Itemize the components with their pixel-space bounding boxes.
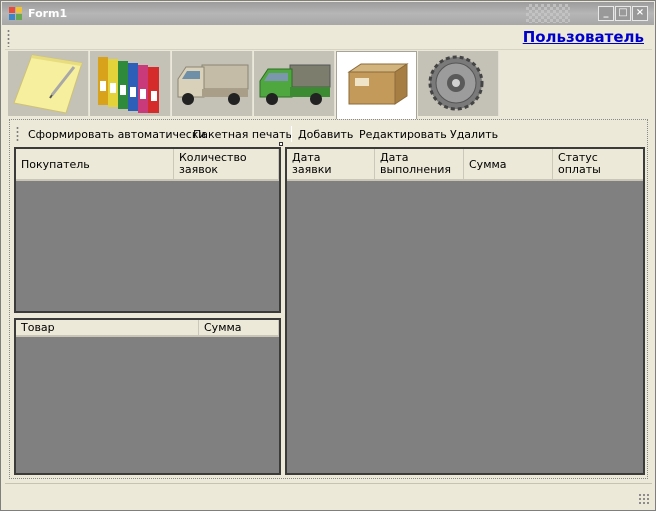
splitter-handle[interactable] (279, 142, 283, 146)
orders-content: Сформировать автоматически Пакетная печа… (9, 119, 648, 479)
user-link[interactable]: Пользователь (523, 28, 644, 46)
tab-orders[interactable] (336, 51, 417, 119)
column-header-product[interactable]: Товар (16, 320, 199, 335)
strip-grip-icon[interactable] (7, 29, 10, 47)
tab-deliveries[interactable] (172, 51, 253, 116)
form-icon (9, 7, 23, 20)
green-truck-icon (259, 64, 331, 105)
tab-notes[interactable] (8, 51, 89, 116)
window-title: Form1 (28, 7, 68, 20)
status-bar (5, 483, 652, 507)
goods-grid-header: Товар Сумма (16, 320, 279, 337)
title-bar[interactable]: Form1 _ □ × (2, 2, 654, 25)
tab-documents[interactable] (90, 51, 171, 116)
column-header-order-count[interactable]: Количество заявок (174, 149, 279, 179)
close-button[interactable]: × (632, 6, 648, 21)
resize-grip-icon[interactable] (638, 493, 650, 505)
column-header-order-date[interactable]: Дата заявки (287, 149, 375, 179)
orders-grid-header: Дата заявки Дата выполнения Сумма Статус… (287, 149, 643, 181)
column-header-buyer[interactable]: Покупатель (16, 149, 174, 179)
edit-button[interactable]: Редактировать (359, 128, 447, 141)
maximize-button[interactable]: □ (615, 6, 631, 21)
truck-icon (177, 64, 249, 105)
minimize-button[interactable]: _ (598, 6, 614, 21)
orders-grid[interactable]: Дата заявки Дата выполнения Сумма Статус… (285, 147, 645, 475)
add-button[interactable]: Добавить (298, 128, 353, 141)
notepad-icon (13, 54, 83, 114)
section-tabs (8, 51, 508, 119)
box-icon (347, 63, 409, 105)
title-decoration (526, 4, 570, 23)
column-header-order-sum[interactable]: Сумма (464, 149, 553, 179)
binders-icon (98, 57, 159, 113)
buyers-grid-header: Покупатель Количество заявок (16, 149, 279, 181)
tab-settings[interactable] (418, 51, 499, 116)
orders-toolbar: Сформировать автоматически Пакетная печа… (14, 123, 646, 145)
auto-generate-button[interactable]: Сформировать автоматически (28, 128, 206, 141)
toolbar-grip-icon[interactable] (16, 126, 19, 142)
column-header-goods-sum[interactable]: Сумма (199, 320, 279, 335)
column-header-payment-status[interactable]: Статус оплаты (553, 149, 643, 179)
main-window: Form1 _ □ × Пользователь Сформировать ав… (0, 0, 656, 511)
column-header-completion-date[interactable]: Дата выполнения (375, 149, 464, 179)
toolbar-separator (291, 126, 292, 142)
top-menu-strip: Пользователь (5, 26, 652, 50)
gear-icon (428, 55, 484, 111)
buyers-grid[interactable]: Покупатель Количество заявок (14, 147, 281, 313)
goods-grid[interactable]: Товар Сумма (14, 318, 281, 475)
tab-shipping[interactable] (254, 51, 335, 116)
batch-print-button[interactable]: Пакетная печать (193, 128, 292, 141)
delete-button[interactable]: Удалить (450, 128, 498, 141)
